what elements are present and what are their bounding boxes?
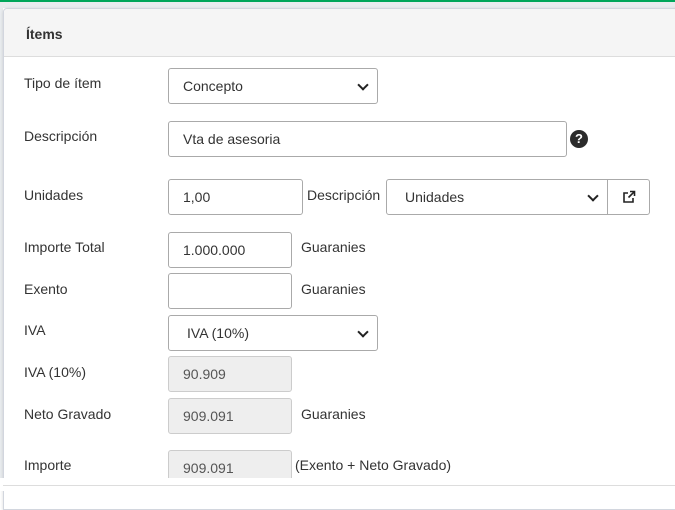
question-circle-icon[interactable]: ? [570,130,588,148]
external-link-icon [623,190,636,203]
exento-label: Exento [24,281,68,297]
neto-gravado-label: Neto Gravado [24,406,112,422]
descripcion-label: Descripción [24,128,98,144]
tipo-item-select[interactable]: Concepto [168,68,378,104]
iva-10-field: 90.909 [168,356,292,392]
neto-gravado-field: 909.091 [168,398,292,434]
importe-total-value: 1.000.000 [183,242,246,258]
importe-total-currency: Guaranies [301,239,366,255]
tipo-item-value: Concepto [183,78,243,94]
unidad-select[interactable]: Unidades [386,179,608,215]
unidad-descripcion-label: Descripción [307,187,381,203]
chevron-down-icon [357,326,369,338]
unidad-value: Unidades [405,189,465,205]
tipo-item-label: Tipo de ítem [24,75,102,91]
importe-total-input[interactable]: 1.000.000 [168,232,292,268]
importe-note: (Exento + Neto Gravado) [295,457,452,473]
descripcion-value: Vta de asesoria [183,131,281,147]
chevron-down-icon [357,79,369,91]
descripcion-input[interactable]: Vta de asesoria [168,121,567,157]
unidades-value: 1,00 [183,189,211,205]
chevron-down-icon [587,190,599,202]
iva-value: IVA (10%) [187,325,249,341]
importe-value: 909.091 [183,460,234,476]
neto-gravado-value: 909.091 [183,408,234,424]
iva-select[interactable]: IVA (10%) [168,315,378,351]
top-strip [0,0,675,8]
panel-title: Ítems [26,26,63,42]
panel-bottom-border [3,485,675,486]
unidades-label: Unidades [24,187,84,203]
exento-currency: Guaranies [301,281,366,297]
neto-gravado-currency: Guaranies [301,406,366,422]
exento-input[interactable] [168,273,292,309]
importe-label: Importe [24,457,72,473]
iva-10-value: 90.909 [183,366,226,382]
open-unit-button[interactable] [607,179,650,215]
panel-heading: Ítems [4,9,675,57]
importe-total-label: Importe Total [24,239,105,255]
unidades-input[interactable]: 1,00 [168,179,303,215]
iva-10-label: IVA (10%) [24,364,86,380]
iva-label: IVA [24,322,46,338]
